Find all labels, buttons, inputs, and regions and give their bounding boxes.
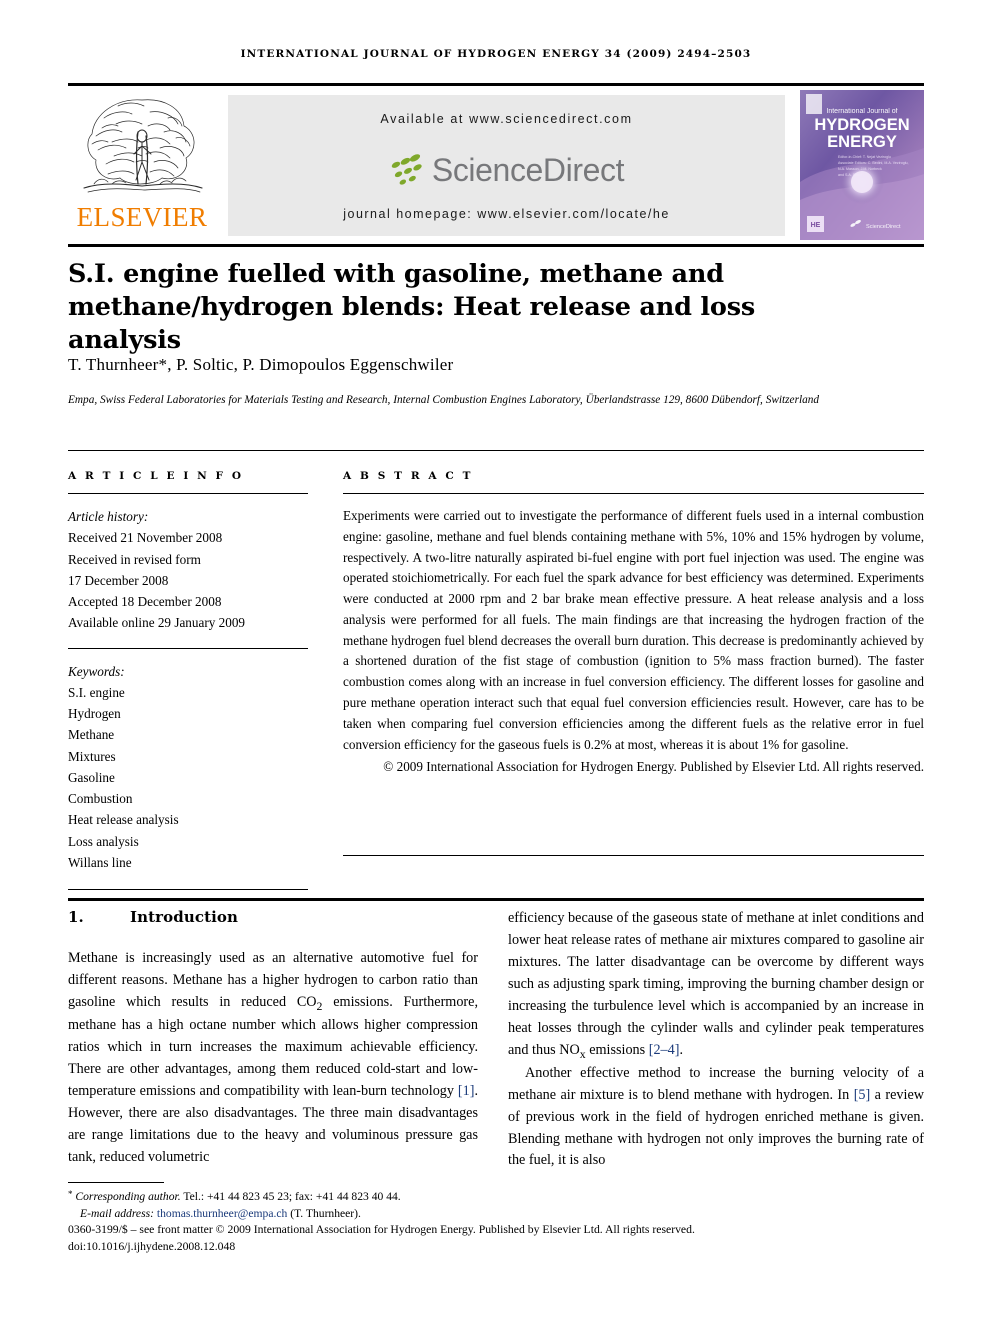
intro-paragraph-right-1: efficiency because of the gaseous state … — [508, 908, 924, 1063]
affiliation: Empa, Swiss Federal Laboratories for Mat… — [68, 394, 820, 406]
sciencedirect-wordmark: ScienceDirect — [431, 152, 625, 188]
masthead: ELSEVIER Available at www.sciencedirect.… — [68, 90, 924, 240]
svg-text:ScienceDirect: ScienceDirect — [866, 224, 901, 230]
corresponding-contact: Tel.: +41 44 823 45 23; fax: +41 44 823 … — [180, 1190, 401, 1203]
journal-homepage-text: journal homepage: www.elsevier.com/locat… — [343, 207, 670, 221]
keyword-item: Gasoline — [68, 769, 115, 785]
svg-text:Editor-in-Chief: T. Nejat Vez: Editor-in-Chief: T. Nejat Veziroglu — [838, 155, 891, 159]
corresponding-marker: * — [68, 1189, 73, 1199]
corresponding-author-label: Corresponding author. — [75, 1190, 181, 1203]
keyword-item: Mixtures — [68, 748, 116, 764]
abstract-bottom-rule — [343, 855, 924, 856]
article-info-heading: A R T I C L E I N F O — [68, 470, 244, 482]
abstract-text: Experiments were carried out to investig… — [343, 508, 924, 752]
elsevier-wordmark: ELSEVIER — [76, 202, 208, 232]
email-link[interactable]: thomas.thurnheer@empa.ch — [157, 1207, 287, 1220]
sciencedirect-banner: Available at www.sciencedirect.com Scien… — [228, 95, 785, 236]
keyword-item: Loss analysis — [68, 833, 139, 849]
issn-line: 0360-3199/$ – see front matter © 2009 In… — [68, 1223, 695, 1236]
abstract-copyright: © 2009 International Association for Hyd… — [383, 759, 924, 775]
body-column-right: efficiency because of the gaseous state … — [508, 908, 924, 1172]
section-number: 1. — [68, 908, 84, 926]
masthead-bottom-rule — [68, 244, 924, 247]
keywords-rule — [68, 889, 308, 890]
article-history-label: Article history: — [68, 509, 149, 524]
abstract-heading: A B S T R A C T — [343, 470, 474, 482]
elsevier-logo: ELSEVIER — [68, 92, 216, 238]
footnote-rule — [68, 1182, 164, 1183]
citation-link-1[interactable]: [1] — [458, 1083, 475, 1099]
sciencedirect-leaf-icon — [391, 154, 422, 185]
intro-right-text-a: efficiency because of the gaseous state … — [508, 910, 924, 1058]
email-label: E-mail address: — [80, 1206, 154, 1220]
keyword-item: Hydrogen — [68, 706, 121, 721]
top-rule — [68, 83, 924, 86]
journal-cover-art: International Journal of HYDROGEN ENERGY… — [800, 90, 924, 240]
info-top-rule — [68, 450, 924, 451]
section-title: Introduction — [130, 908, 239, 926]
body-top-rule — [68, 898, 924, 901]
citation-link-2-4[interactable]: [2–4] — [649, 1042, 680, 1058]
article-info-column: A R T I C L E I N F O Article history: R… — [68, 470, 308, 890]
article-history: Article history: Received 21 November 20… — [68, 506, 308, 634]
elsevier-tree-icon — [83, 99, 203, 193]
keyword-item: Combustion — [68, 791, 133, 806]
email-owner: (T. Thurnheer). — [290, 1206, 361, 1220]
sciencedirect-logo: ScienceDirect — [228, 147, 785, 193]
keyword-item: Heat release analysis — [68, 812, 179, 828]
section-heading-introduction: 1. Introduction — [68, 908, 478, 926]
svg-text:ENERGY: ENERGY — [827, 133, 897, 151]
history-item: Accepted 18 December 2008 — [68, 594, 222, 609]
history-item: Received 21 November 2008 — [68, 530, 223, 546]
journal-cover-thumbnail: International Journal of HYDROGEN ENERGY… — [800, 90, 924, 240]
keyword-item: Methane — [68, 727, 115, 743]
history-item: 17 December 2008 — [68, 572, 169, 588]
intro-paragraph-left: Methane is increasingly used as an alter… — [68, 948, 478, 1169]
svg-text:International Journal of: International Journal of — [826, 108, 897, 115]
svg-text:Associate Editors: C. Bedini,: Associate Editors: C. Bedini, M.A. Vezir… — [838, 161, 909, 165]
article-history-rule — [68, 647, 308, 649]
abstract-column: A B S T R A C T Experiments were carried… — [343, 470, 924, 778]
article-info-rule — [68, 493, 308, 494]
available-at-text: Available at www.sciencedirect.com — [380, 112, 633, 126]
keywords-label: Keywords: — [68, 663, 125, 679]
keyword-item: Willans line — [68, 854, 132, 870]
keyword-item: S.I. engine — [68, 684, 125, 700]
publisher-footer: 0360-3199/$ – see front matter © 2009 In… — [68, 1222, 938, 1256]
intro-paragraph-right-2: Another effective method to increase the… — [508, 1063, 924, 1173]
paper-page: INTERNATIONAL JOURNAL OF HYDROGEN ENERGY… — [0, 0, 992, 1323]
email-line: E-mail address: thomas.thurnheer@empa.ch… — [68, 1206, 568, 1223]
intro-right-text-c: . — [679, 1041, 683, 1058]
intro-right-text-b: emissions — [585, 1041, 649, 1058]
svg-text:HE: HE — [811, 222, 821, 229]
doi-line: doi:10.1016/j.ijhydene.2008.12.048 — [68, 1239, 236, 1253]
corresponding-author-line: * Corresponding author. Tel.: +41 44 823… — [68, 1188, 568, 1206]
citation-link-5[interactable]: [5] — [854, 1087, 871, 1103]
running-head: INTERNATIONAL JOURNAL OF HYDROGEN ENERGY… — [240, 48, 752, 60]
keywords-list: Keywords: S.I. engine Hydrogen Methane M… — [68, 661, 308, 874]
author-names: T. Thurnheer*, P. Soltic, P. Dimopoulos … — [68, 355, 454, 374]
svg-text:and S.A. Sherif: and S.A. Sherif — [838, 173, 862, 177]
author-list: T. Thurnheer*, P. Soltic, P. Dimopoulos … — [68, 355, 868, 375]
body-column-left: 1. Introduction Methane is increasingly u… — [68, 908, 478, 1169]
page-title: S.I. engine fuelled with gasoline, metha… — [68, 259, 756, 355]
svg-text:HYDROGEN: HYDROGEN — [814, 116, 909, 134]
svg-text:N.A. Masson, J.M. Norbeck: N.A. Masson, J.M. Norbeck — [838, 167, 882, 171]
history-item: Available online 29 January 2009 — [68, 615, 246, 631]
footnote-block: * Corresponding author. Tel.: +41 44 823… — [68, 1188, 568, 1223]
abstract-rule — [343, 493, 924, 494]
history-item: Received in revised form — [68, 551, 201, 567]
